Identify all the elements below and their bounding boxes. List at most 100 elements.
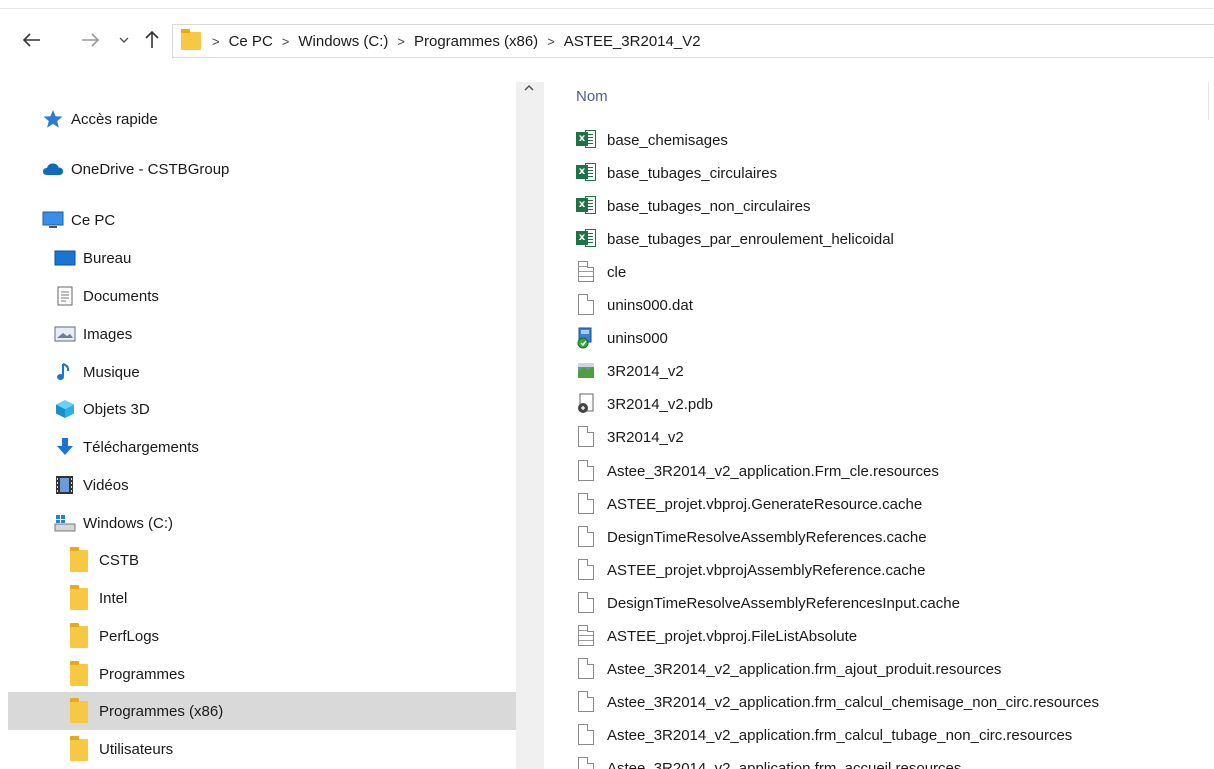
file-row[interactable]: 3R2014_v2 — [576, 356, 684, 386]
file-row[interactable]: unins000 — [576, 323, 668, 353]
nav-item-onedrive[interactable]: OneDrive - CSTBGroup — [42, 151, 229, 187]
excel-icon: x — [576, 162, 596, 184]
nav-label: Téléchargements — [83, 438, 199, 456]
file-row[interactable]: ASTEE_projet.vbproj.FileListAbsolute — [576, 621, 857, 651]
cloud-icon — [42, 159, 64, 179]
recent-locations-button[interactable] — [112, 28, 136, 52]
uninstaller-icon — [576, 327, 596, 349]
file-name: 3R2014_v2.pdb — [607, 395, 713, 413]
column-divider[interactable] — [1208, 82, 1209, 120]
breadcrumb-programmes-x86[interactable]: Programmes (x86) — [414, 33, 538, 50]
scroll-up-arrow-icon[interactable] — [524, 84, 534, 92]
nav-label: Documents — [83, 287, 159, 305]
nav-label: CSTB — [99, 551, 140, 569]
file-row[interactable]: DesignTimeResolveAssemblyReferencesInput… — [576, 588, 960, 618]
file-row[interactable]: cle — [576, 257, 626, 287]
file-name: DesignTimeResolveAssemblyReferences.cach… — [607, 528, 927, 546]
nav-label: Ce PC — [71, 211, 116, 229]
breadcrumb-current-folder[interactable]: ASTEE_3R2014_V2 — [564, 33, 701, 50]
nav-item-videos[interactable]: Vidéos — [54, 467, 129, 503]
file-name: unins000 — [607, 329, 668, 347]
file-name: unins000.dat — [607, 296, 693, 314]
file-row[interactable]: ASTEE_projet.vbprojAssemblyReference.cac… — [576, 555, 926, 585]
folder-icon — [70, 547, 92, 572]
file-name: base_tubages_non_circulaires — [607, 197, 811, 215]
address-bar[interactable]: > Ce PC > Windows (C:) > Programmes (x86… — [172, 24, 1214, 58]
file-row[interactable]: ASTEE_projet.vbproj.GenerateResource.cac… — [576, 489, 922, 519]
nav-item-this-pc[interactable]: Ce PC — [42, 202, 115, 238]
nav-item-documents[interactable]: Documents — [54, 278, 159, 314]
nav-label: Windows (C:) — [83, 514, 174, 532]
file-row[interactable]: x base_chemisages — [576, 125, 728, 155]
nav-item-quick-access[interactable]: Accès rapide — [42, 101, 158, 137]
ribbon-divider — [0, 8, 1214, 9]
folder-icon — [181, 29, 203, 50]
documents-icon — [54, 286, 76, 306]
chevron-right-icon: > — [547, 33, 555, 49]
application-icon — [576, 360, 596, 382]
folder-icon — [70, 585, 92, 610]
breadcrumb-ce-pc[interactable]: Ce PC — [229, 33, 273, 50]
nav-label: OneDrive - CSTBGroup — [71, 160, 230, 178]
back-button[interactable] — [20, 28, 44, 52]
file-row[interactable]: x base_tubages_circulaires — [576, 158, 777, 188]
drive-icon — [54, 513, 76, 533]
file-row[interactable]: 3R2014_v2 — [576, 422, 684, 452]
excel-icon: x — [576, 195, 596, 217]
nav-item-telechargements[interactable]: Téléchargements — [54, 429, 199, 465]
file-icon — [576, 724, 596, 746]
nav-item-musique[interactable]: Musique — [54, 354, 140, 390]
forward-arrow-icon — [82, 33, 99, 47]
file-row[interactable]: 3R2014_v2.pdb — [576, 389, 713, 419]
file-name: base_tubages_par_enroulement_helicoidal — [607, 230, 894, 248]
nav-label: Intel — [99, 589, 128, 607]
nav-label: PerfLogs — [99, 627, 160, 645]
column-header-name[interactable]: Nom — [576, 88, 608, 105]
file-icon — [576, 426, 596, 448]
nav-item-utilisateurs[interactable]: Utilisateurs — [70, 731, 173, 767]
nav-item-images[interactable]: Images — [54, 316, 132, 352]
nav-item-bureau[interactable]: Bureau — [54, 240, 131, 276]
nav-label: Programmes — [99, 665, 185, 683]
file-icon — [576, 294, 596, 316]
chevron-down-icon — [119, 37, 129, 43]
nav-item-programmes[interactable]: Programmes — [70, 656, 185, 692]
file-name: 3R2014_v2 — [607, 428, 684, 446]
nav-label: Vidéos — [83, 476, 129, 494]
folder-icon — [70, 698, 92, 723]
file-row[interactable]: x base_tubages_par_enroulement_helicoidal — [576, 224, 894, 254]
up-button[interactable] — [140, 28, 164, 52]
folder-icon — [70, 623, 92, 648]
excel-icon: x — [576, 228, 596, 250]
file-row[interactable]: Astee_3R2014_v2_application.Frm_cle.reso… — [576, 456, 939, 486]
file-name: Astee_3R2014_v2_application.frm_calcul_t… — [607, 726, 1073, 744]
file-row[interactable]: Astee_3R2014_v2_application.frm_calcul_t… — [576, 720, 1072, 750]
file-row[interactable]: Astee_3R2014_v2_application.frm_ajout_pr… — [576, 654, 1001, 684]
star-icon — [42, 109, 64, 129]
nav-item-intel[interactable]: Intel — [70, 580, 127, 616]
nav-item-objets-3d[interactable]: Objets 3D — [54, 391, 150, 427]
file-row[interactable]: Astee_3R2014_v2_application.frm_accueil.… — [576, 753, 961, 769]
nav-item-cstb[interactable]: CSTB — [70, 542, 139, 578]
file-name: base_tubages_circulaires — [607, 164, 778, 182]
file-row[interactable]: DesignTimeResolveAssemblyReferences.cach… — [576, 522, 927, 552]
chevron-right-icon: > — [212, 33, 220, 49]
nav-item-perflogs[interactable]: PerfLogs — [70, 618, 159, 654]
file-name: DesignTimeResolveAssemblyReferencesInput… — [607, 594, 960, 612]
nav-item-programmes-x86[interactable]: Programmes (x86) — [70, 693, 223, 729]
music-note-icon — [54, 362, 76, 382]
file-name: Astee_3R2014_v2_application.frm_calcul_c… — [607, 693, 1099, 711]
pdb-file-icon — [576, 393, 596, 415]
file-name: ASTEE_projet.vbprojAssemblyReference.cac… — [607, 561, 926, 579]
file-row[interactable]: Astee_3R2014_v2_application.frm_calcul_c… — [576, 687, 1099, 717]
file-row[interactable]: x base_tubages_non_circulaires — [576, 191, 810, 221]
file-row[interactable]: unins000.dat — [576, 290, 693, 320]
nav-label: Utilisateurs — [99, 740, 174, 758]
nav-item-windows-c[interactable]: Windows (C:) — [54, 505, 173, 541]
file-name: base_chemisages — [607, 131, 728, 149]
breadcrumb-windows-c[interactable]: Windows (C:) — [298, 33, 388, 50]
cube-icon — [54, 399, 76, 419]
navigation-scrollbar[interactable] — [516, 82, 544, 769]
forward-button[interactable] — [78, 28, 102, 52]
pictures-icon — [54, 324, 76, 344]
